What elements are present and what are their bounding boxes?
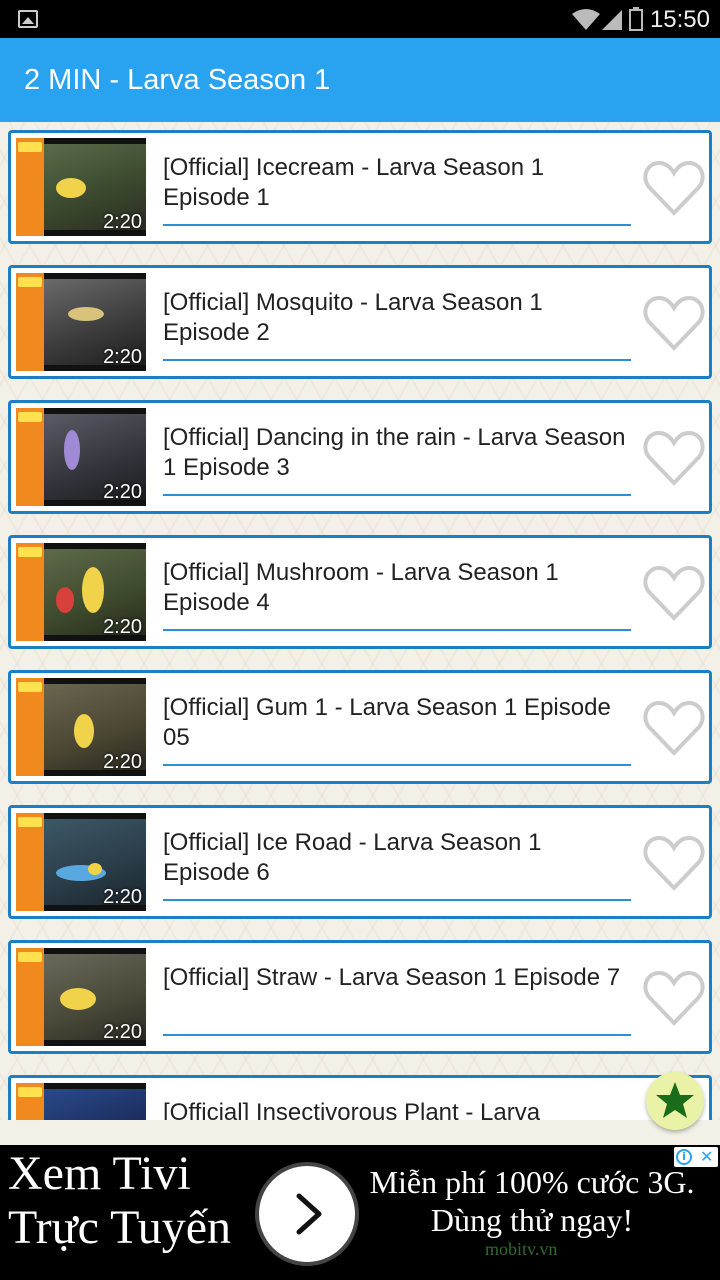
video-item[interactable]: 2:20 [Official] Mushroom - Larva Season … — [8, 535, 712, 649]
video-title[interactable]: [Official] Straw - Larva Season 1 Episod… — [163, 963, 633, 993]
divider — [163, 629, 631, 631]
video-duration: 2:20 — [103, 886, 142, 908]
ad-go-button[interactable] — [255, 1162, 359, 1266]
video-title[interactable]: [Official] Icecream - Larva Season 1 Epi… — [163, 153, 633, 213]
gallery-icon — [18, 10, 38, 28]
heart-icon[interactable] — [643, 294, 705, 352]
heart-icon[interactable] — [643, 834, 705, 892]
video-title[interactable]: [Official] Mosquito - Larva Season 1 Epi… — [163, 288, 633, 348]
divider — [163, 359, 631, 361]
video-duration: 2:20 — [103, 1021, 142, 1043]
video-item[interactable]: 2:20 [Official] Gum 1 - Larva Season 1 E… — [8, 670, 712, 784]
video-thumbnail[interactable]: 2:20 — [16, 138, 146, 236]
divider — [163, 494, 631, 496]
video-duration: 2:20 — [103, 751, 142, 773]
video-title[interactable]: [Official] Mushroom - Larva Season 1 Epi… — [163, 558, 633, 618]
info-icon[interactable]: i — [676, 1149, 692, 1165]
heart-icon[interactable] — [643, 429, 705, 487]
video-title[interactable]: [Official] Gum 1 - Larva Season 1 Episod… — [163, 693, 633, 753]
video-duration: 2:20 — [103, 481, 142, 503]
video-item[interactable]: [Official] Insectivorous Plant - Larva — [8, 1075, 712, 1120]
wifi-icon — [572, 9, 600, 30]
video-item[interactable]: 2:20 [Official] Ice Road - Larva Season … — [8, 805, 712, 919]
heart-icon[interactable] — [643, 159, 705, 217]
signal-icon — [602, 10, 622, 30]
page-title: 2 MIN - Larva Season 1 — [24, 64, 331, 96]
video-title[interactable]: [Official] Insectivorous Plant - Larva — [163, 1098, 633, 1120]
video-duration: 2:20 — [103, 616, 142, 638]
star-icon — [656, 1082, 694, 1118]
video-title[interactable]: [Official] Ice Road - Larva Season 1 Epi… — [163, 828, 633, 888]
favorites-fab-button[interactable] — [646, 1072, 704, 1130]
video-thumbnail[interactable]: 2:20 — [16, 408, 146, 506]
ad-brand: mobitv.vn — [485, 1239, 558, 1259]
ad-right-text[interactable]: Miễn phí 100% cước 3G. Dùng thử ngay! — [364, 1163, 700, 1239]
video-title[interactable]: [Official] Dancing in the rain - Larva S… — [163, 423, 633, 483]
divider — [163, 1034, 631, 1036]
status-icons — [572, 7, 643, 31]
video-item[interactable]: 2:20 [Official] Straw - Larva Season 1 E… — [8, 940, 712, 1054]
video-thumbnail[interactable]: 2:20 — [16, 678, 146, 776]
close-icon[interactable]: ✕ — [700, 1147, 713, 1166]
video-thumbnail[interactable]: 2:20 — [16, 273, 146, 371]
video-list[interactable]: 2:20 [Official] Icecream - Larva Season … — [0, 122, 720, 1120]
status-time: 15:50 — [649, 6, 710, 33]
video-item[interactable]: 2:20 [Official] Dancing in the rain - La… — [8, 400, 712, 514]
video-item[interactable]: 2:20 [Official] Icecream - Larva Season … — [8, 130, 712, 244]
battery-icon — [629, 9, 643, 31]
chevron-right-icon — [296, 1193, 322, 1235]
video-duration: 2:20 — [103, 211, 142, 233]
heart-icon[interactable] — [643, 564, 705, 622]
video-thumbnail[interactable]: 2:20 — [16, 948, 146, 1046]
video-thumbnail[interactable]: 2:20 — [16, 813, 146, 911]
ad-left-text[interactable]: Xem Tivi Trực Tuyến — [8, 1147, 248, 1255]
ad-banner[interactable]: Xem Tivi Trực Tuyến Miễn phí 100% cước 3… — [0, 1145, 720, 1280]
video-duration: 2:20 — [103, 346, 142, 368]
video-thumbnail[interactable] — [16, 1083, 146, 1120]
app-bar: 2 MIN - Larva Season 1 — [0, 38, 720, 122]
status-bar: 15:50 — [0, 0, 720, 38]
divider — [163, 899, 631, 901]
heart-icon[interactable] — [643, 969, 705, 1027]
divider — [163, 224, 631, 226]
video-thumbnail[interactable]: 2:20 — [16, 543, 146, 641]
adchoices-button[interactable]: i ✕ — [674, 1147, 718, 1167]
heart-icon[interactable] — [643, 699, 705, 757]
divider — [163, 764, 631, 766]
video-item[interactable]: 2:20 [Official] Mosquito - Larva Season … — [8, 265, 712, 379]
